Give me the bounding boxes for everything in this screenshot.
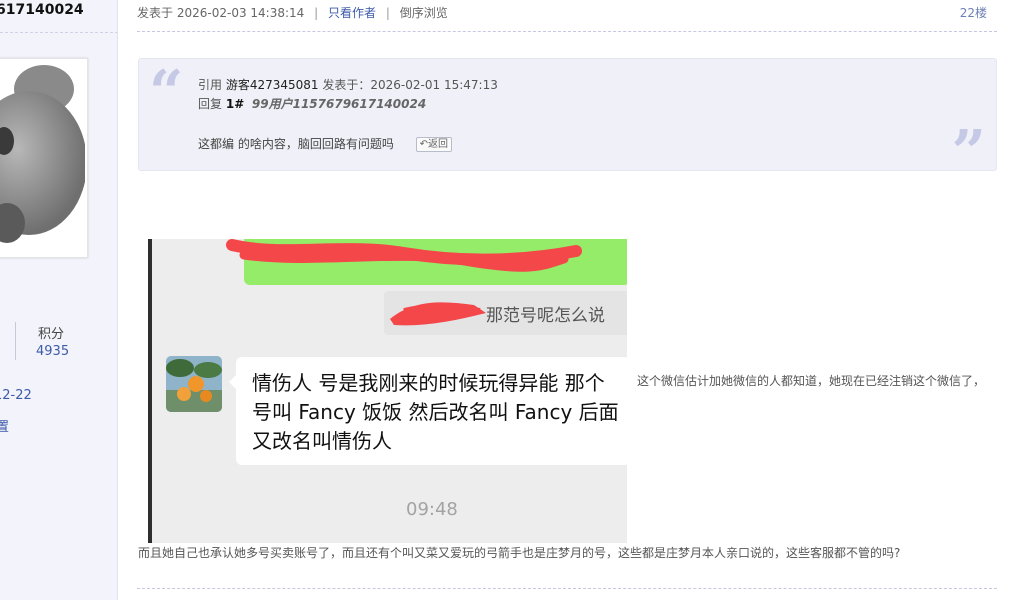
redaction-scribble bbox=[226, 239, 582, 272]
stat-divider bbox=[15, 322, 16, 360]
back-label: 返回 bbox=[428, 139, 449, 150]
quote-prefix: 引用 bbox=[198, 78, 223, 92]
back-arrow-icon: ↶ bbox=[419, 139, 429, 150]
posted-label: 发表于 bbox=[137, 6, 174, 20]
orange-tree-icon bbox=[166, 356, 222, 412]
quote-header: 引用 游客427345081 发表于：2026-02-01 15:47:13 bbox=[198, 76, 498, 93]
footer-divider bbox=[137, 588, 997, 589]
quote-text: 这都编 的啥内容，脑回回路有问题吗 bbox=[198, 137, 394, 151]
separator: | bbox=[314, 6, 319, 20]
reply-floor[interactable]: 1# bbox=[226, 97, 244, 111]
register-date: 12-22 bbox=[0, 388, 32, 403]
quote-posted: 发表于：2026-02-01 15:47:13 bbox=[322, 78, 498, 92]
only-author-link[interactable]: 只看作者 bbox=[328, 6, 376, 20]
post-text-body: 而且她自己也承认她多号买卖账号了，而且还有个叫又菜又爱玩的弓箭手也是庄梦月的号，… bbox=[138, 546, 901, 560]
reverse-order-link[interactable]: 倒序浏览 bbox=[400, 6, 448, 20]
sidebar-link[interactable]: 置 bbox=[0, 416, 9, 435]
posted-time: 2026-02-03 14:38:14 bbox=[176, 6, 305, 20]
avatar[interactable] bbox=[0, 58, 88, 258]
author-name[interactable]: 617140024 bbox=[0, 2, 84, 18]
quote-text-line: 这都编 的啥内容，脑回回路有问题吗 ↶返回 bbox=[198, 135, 453, 152]
received-message: 情伤人 号是我刚来的时候玩得异能 那个号叫 Fancy 饭饭 然后改名叫 Fan… bbox=[252, 371, 619, 453]
chat-timestamp: 09:48 bbox=[406, 499, 458, 520]
separator: | bbox=[385, 6, 390, 20]
redaction-scribble bbox=[390, 302, 486, 326]
floor-number[interactable]: 22楼 bbox=[960, 4, 987, 21]
quote-reply-line: 回复 1# 99用户1157679617140024 bbox=[198, 95, 426, 112]
reply-text: 那范号呢怎么说 bbox=[486, 306, 605, 326]
back-button[interactable]: ↶返回 bbox=[415, 137, 453, 152]
post-meta: 发表于 2026-02-03 14:38:14 | 只看作者 | 倒序浏览 bbox=[137, 4, 448, 21]
quote-user[interactable]: 游客427345081 bbox=[226, 78, 319, 92]
friend-avatar bbox=[166, 356, 222, 412]
post-text-inline: 这个微信估计加她微信的人都知道，她现在已经注销这个微信了， bbox=[637, 374, 986, 388]
reply-target: 99用户1157679617140024 bbox=[251, 97, 427, 111]
points-label: 积分 bbox=[38, 327, 65, 342]
header-divider bbox=[137, 31, 997, 32]
reply-label: 回复 bbox=[198, 97, 223, 111]
quote-block: “ 引用 游客427345081 发表于：2026-02-01 15:47:13… bbox=[138, 58, 997, 183]
open-quote-icon: “ bbox=[149, 58, 184, 128]
avatar-image bbox=[0, 63, 85, 253]
chat-screenshot[interactable]: 那范号呢怎么说 情伤人 号是我刚来的时候玩得异能 那个号叫 Fancy 饭饭 然… bbox=[148, 239, 627, 543]
author-sidebar: 617140024 积分 4935 12-22 置 bbox=[0, 0, 118, 600]
close-quote-icon: ” bbox=[951, 118, 986, 188]
sidebar-divider bbox=[0, 32, 117, 33]
points-value[interactable]: 4935 bbox=[36, 344, 69, 359]
